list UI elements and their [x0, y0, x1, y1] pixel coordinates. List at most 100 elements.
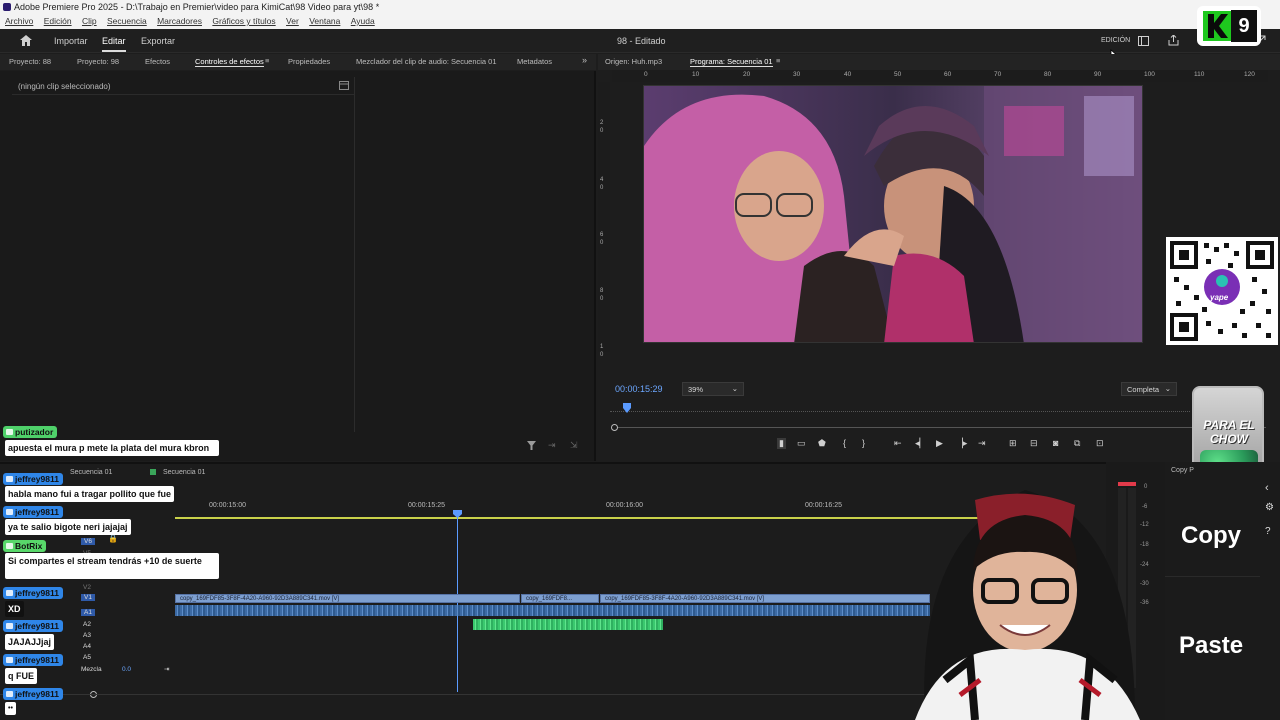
- qr-code: yape: [1166, 237, 1278, 345]
- tab-menu-icon[interactable]: ≡: [265, 56, 269, 65]
- chat-message: habla mano fui a tragar pollito que fue: [5, 486, 175, 502]
- audio-clip-a2[interactable]: [473, 619, 663, 630]
- compare-icon[interactable]: ⧉: [1074, 438, 1080, 449]
- step-forward-icon[interactable]: ▕▸: [956, 438, 967, 449]
- paste-label: Paste: [1179, 632, 1244, 659]
- chevron-down-icon: ⌄: [1164, 384, 1171, 393]
- vruler-tick: 0: [600, 352, 604, 358]
- gear-icon[interactable]: ⚙: [1265, 502, 1274, 513]
- menu-graficos[interactable]: Gráficos y títulos: [212, 16, 275, 26]
- chat-message: JAJAJJjaj: [5, 634, 55, 650]
- paste-button[interactable]: Paste: [1165, 602, 1260, 687]
- vruler-tick: 1: [600, 344, 604, 350]
- effect-controls-panel: [0, 71, 596, 461]
- step-back-icon[interactable]: ◂▏: [915, 438, 926, 449]
- chat-message: ya te salio bigote neri jajajaj: [5, 519, 131, 535]
- program-timecode[interactable]: 00:00:15:29: [615, 384, 663, 394]
- help-icon[interactable]: ?: [1265, 526, 1271, 537]
- playhead-marker-icon[interactable]: [623, 403, 631, 413]
- workspace-mode[interactable]: EDICIÓN: [1101, 37, 1130, 44]
- camera-icon[interactable]: ◙: [1053, 438, 1058, 448]
- chevron-down-icon: ⌄: [731, 384, 738, 393]
- zoom-bar[interactable]: [614, 427, 1266, 428]
- workspace-panel-icon[interactable]: [1138, 36, 1149, 46]
- jump-icon[interactable]: ⇥: [548, 440, 556, 451]
- tab-audio-mixer[interactable]: Mezclador del clip de audio: Secuencia 0…: [356, 57, 497, 66]
- program-menu-icon[interactable]: ≡: [776, 56, 780, 65]
- copy-button[interactable]: Copy: [1165, 492, 1260, 577]
- mark-in-icon[interactable]: ▮: [777, 438, 786, 449]
- menu-edicion[interactable]: Edición: [44, 16, 72, 26]
- menu-archivo[interactable]: Archivo: [5, 16, 33, 26]
- button-editor-icon[interactable]: ⊡: [1096, 438, 1104, 449]
- export-frame-icon[interactable]: ⇲: [570, 440, 578, 451]
- menu-marcadores[interactable]: Marcadores: [157, 16, 202, 26]
- menu-secuencia[interactable]: Secuencia: [107, 16, 147, 26]
- channel-badge: 9: [1197, 6, 1261, 46]
- nav-edit[interactable]: Editar: [102, 36, 126, 52]
- add-marker-icon[interactable]: ⬟: [818, 438, 826, 449]
- work-area-bar[interactable]: [175, 517, 1005, 519]
- tabs-overflow-icon[interactable]: »: [582, 55, 587, 65]
- go-to-out-icon[interactable]: ⇥: [978, 438, 986, 449]
- chat-username: jeffrey9811: [3, 506, 63, 518]
- left-panel-tabs: Proyecto: 88 Proyecto: 98 Efectos Contro…: [0, 54, 596, 70]
- window-titlebar: Adobe Premiere Pro 2025 - D:\Trabajo en …: [0, 0, 1280, 14]
- ruler-tick: 80: [1044, 71, 1052, 78]
- program-video-frame[interactable]: [643, 85, 1143, 343]
- lift-icon[interactable]: ⊞: [1009, 438, 1017, 449]
- video-clip-3[interactable]: copy_169FDF85-3F8F-4A20-A960-92D3A889C34…: [600, 594, 930, 603]
- audio-clip-a1[interactable]: [175, 605, 930, 616]
- tab-program[interactable]: Programa: Secuencia 01: [690, 57, 773, 67]
- chat-username: jeffrey9811: [3, 473, 63, 485]
- menu-bar: Archivo Edición Clip Secuencia Marcadore…: [0, 14, 1280, 29]
- document-title: 98 - Editado: [617, 36, 666, 46]
- chat-message: apuesta el mura p mete la plata del mura…: [5, 440, 219, 456]
- mark-in-bracket-icon[interactable]: {: [843, 438, 846, 448]
- vruler-tick: 0: [600, 240, 604, 246]
- premiere-app-icon: [3, 3, 11, 11]
- go-to-in-icon[interactable]: ⇤: [894, 438, 902, 449]
- tab-effects[interactable]: Efectos: [145, 57, 170, 66]
- safe-margins-icon[interactable]: ▭: [797, 438, 806, 449]
- ruler-tick: 120: [1244, 71, 1255, 78]
- share-icon[interactable]: [1168, 35, 1179, 46]
- k-logo-icon: [1203, 11, 1231, 41]
- tab-project-98[interactable]: Proyecto: 98: [77, 57, 119, 66]
- chat-username: jeffrey9811: [3, 688, 63, 700]
- menu-clip[interactable]: Clip: [82, 16, 97, 26]
- menu-ventana[interactable]: Ventana: [309, 16, 340, 26]
- zoom-value: 39%: [688, 385, 704, 394]
- nav-import[interactable]: Importar: [54, 36, 88, 46]
- mark-out-bracket-icon[interactable]: }: [862, 438, 865, 448]
- tab-effect-controls[interactable]: Controles de efectos: [195, 57, 264, 67]
- chevron-left-icon[interactable]: ‹: [1265, 482, 1269, 494]
- zoom-bar-handle[interactable]: [611, 424, 618, 431]
- tab-project-88[interactable]: Proyecto: 88: [9, 57, 51, 66]
- ruler-tick: 50: [894, 71, 902, 78]
- quality-select[interactable]: Completa ⌄: [1121, 382, 1177, 396]
- home-icon[interactable]: [20, 35, 32, 46]
- filter-icon[interactable]: [527, 441, 536, 450]
- chat-username: jeffrey9811: [3, 620, 63, 632]
- tab-properties[interactable]: Propiedades: [288, 57, 330, 66]
- vruler-tick: 8: [600, 288, 604, 294]
- ruler-tick: 40: [844, 71, 852, 78]
- video-clip-2[interactable]: copy_169FDF8...: [521, 594, 599, 603]
- play-icon[interactable]: ▶: [936, 438, 943, 449]
- menu-ver[interactable]: Ver: [286, 16, 299, 26]
- horizontal-ruler: 0 10 20 30 40 50 60 70 80 90 100 110 120: [612, 70, 1268, 82]
- chat-message: ••: [5, 702, 16, 715]
- menu-ayuda[interactable]: Ayuda: [351, 16, 375, 26]
- panel-toggle-icon[interactable]: [339, 81, 349, 90]
- vruler-tick: 0: [600, 128, 604, 134]
- mini-timeline[interactable]: [610, 406, 1190, 412]
- extract-icon[interactable]: ⊟: [1030, 438, 1038, 449]
- tab-source[interactable]: Origen: Huh.mp3: [605, 57, 662, 66]
- nav-export[interactable]: Exportar: [141, 36, 175, 46]
- zoom-select[interactable]: 39% ⌄: [682, 382, 744, 396]
- playhead-handle-icon[interactable]: [453, 510, 462, 518]
- tab-metadata[interactable]: Metadatos: [517, 57, 552, 66]
- chat-username: BotRix: [3, 540, 47, 552]
- app-header: Importar Editar Exportar 98 - Editado ED…: [0, 29, 1280, 65]
